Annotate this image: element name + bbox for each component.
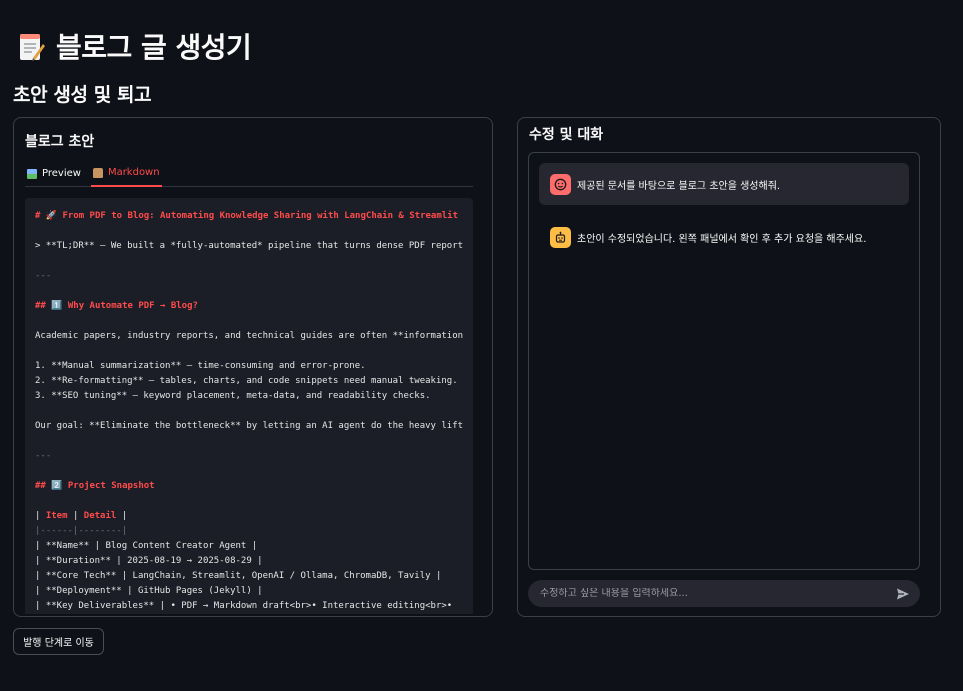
chat-message-text: 초안이 수정되었습니다. 왼쪽 패널에서 확인 후 추가 요청을 해주세요.: [577, 233, 867, 245]
draft-panel: 블로그 초안 Preview Markdown # 🚀 From PDF to …: [13, 117, 493, 617]
markdown-line: Academic papers, industry reports, and t…: [35, 331, 463, 341]
markdown-line: ## 2️⃣ Project Snapshot: [35, 481, 155, 491]
chat-message-text: 제공된 문서를 바탕으로 블로그 초안을 생성해줘.: [577, 180, 781, 192]
markdown-line: ---: [35, 451, 52, 461]
markdown-line: Our goal: **Eliminate the bottleneck** b…: [35, 421, 463, 431]
tab-markdown[interactable]: Markdown: [90, 160, 162, 187]
markdown-line: | **Duration** | 2025-08-19 → 2025-08-29…: [35, 556, 263, 566]
chat-history[interactable]: 제공된 문서를 바탕으로 블로그 초안을 생성해줘. 초안이 수정되었습니다. …: [528, 152, 920, 570]
section-title: 초안 생성 및 퇴고: [13, 84, 152, 106]
send-icon[interactable]: [896, 587, 910, 601]
tab-preview[interactable]: Preview: [25, 160, 83, 187]
markdown-line: | **Name** | Blog Content Creator Agent …: [35, 541, 258, 551]
user-face-icon: [550, 173, 571, 195]
markdown-code-block[interactable]: # 🚀 From PDF to Blog: Automating Knowled…: [25, 198, 473, 614]
markdown-line: > **TL;DR** – We built a *fully-automate…: [35, 241, 463, 251]
markdown-line: 1. **Manual summarization** – time-consu…: [35, 361, 366, 371]
chat-panel-title: 수정 및 대화: [529, 127, 604, 143]
markdown-line: |------|--------|: [35, 526, 128, 536]
chat-input-bar: [528, 580, 920, 607]
go-to-publish-button[interactable]: 발행 단계로 이동: [13, 628, 104, 655]
picture-icon: [27, 168, 37, 179]
draft-panel-title: 블로그 초안: [25, 134, 95, 150]
app-title: 블로그 글 생성기: [18, 26, 252, 66]
scroll-icon: [92, 167, 103, 178]
chat-input[interactable]: [540, 588, 896, 599]
page-title: 블로그 글 생성기: [56, 31, 252, 64]
markdown-line: ---: [35, 271, 52, 281]
robot-icon: [550, 226, 571, 248]
memo-icon: [18, 30, 46, 62]
chat-message-user: 제공된 문서를 바탕으로 블로그 초안을 생성해줘.: [539, 163, 909, 205]
markdown-line: ## 1️⃣ Why Automate PDF → Blog?: [35, 301, 198, 311]
chat-panel: 수정 및 대화 제공된 문서를 바탕으로 블로그 초안을 생성해줘. 초안이 수…: [517, 117, 941, 617]
tab-markdown-label: Markdown: [107, 167, 160, 178]
markdown-line: | **Deployment** | GitHub Pages (Jekyll)…: [35, 586, 263, 596]
markdown-line: | **Core Tech** | LangChain, Streamlit, …: [35, 571, 442, 581]
view-tabs: Preview Markdown: [25, 160, 473, 187]
markdown-line: | **Key Deliverables** | • PDF → Markdow…: [35, 601, 453, 611]
markdown-line: | Item | Detail |: [35, 511, 128, 521]
chat-message-assistant: 초안이 수정되었습니다. 왼쪽 패널에서 확인 후 추가 요청을 해주세요.: [539, 216, 909, 258]
tab-preview-label: Preview: [42, 168, 81, 179]
markdown-line: 3. **SEO tuning** – keyword placement, m…: [35, 391, 431, 401]
markdown-line: # 🚀 From PDF to Blog: Automating Knowled…: [35, 211, 459, 221]
markdown-line: 2. **Re-formatting** – tables, charts, a…: [35, 376, 458, 386]
